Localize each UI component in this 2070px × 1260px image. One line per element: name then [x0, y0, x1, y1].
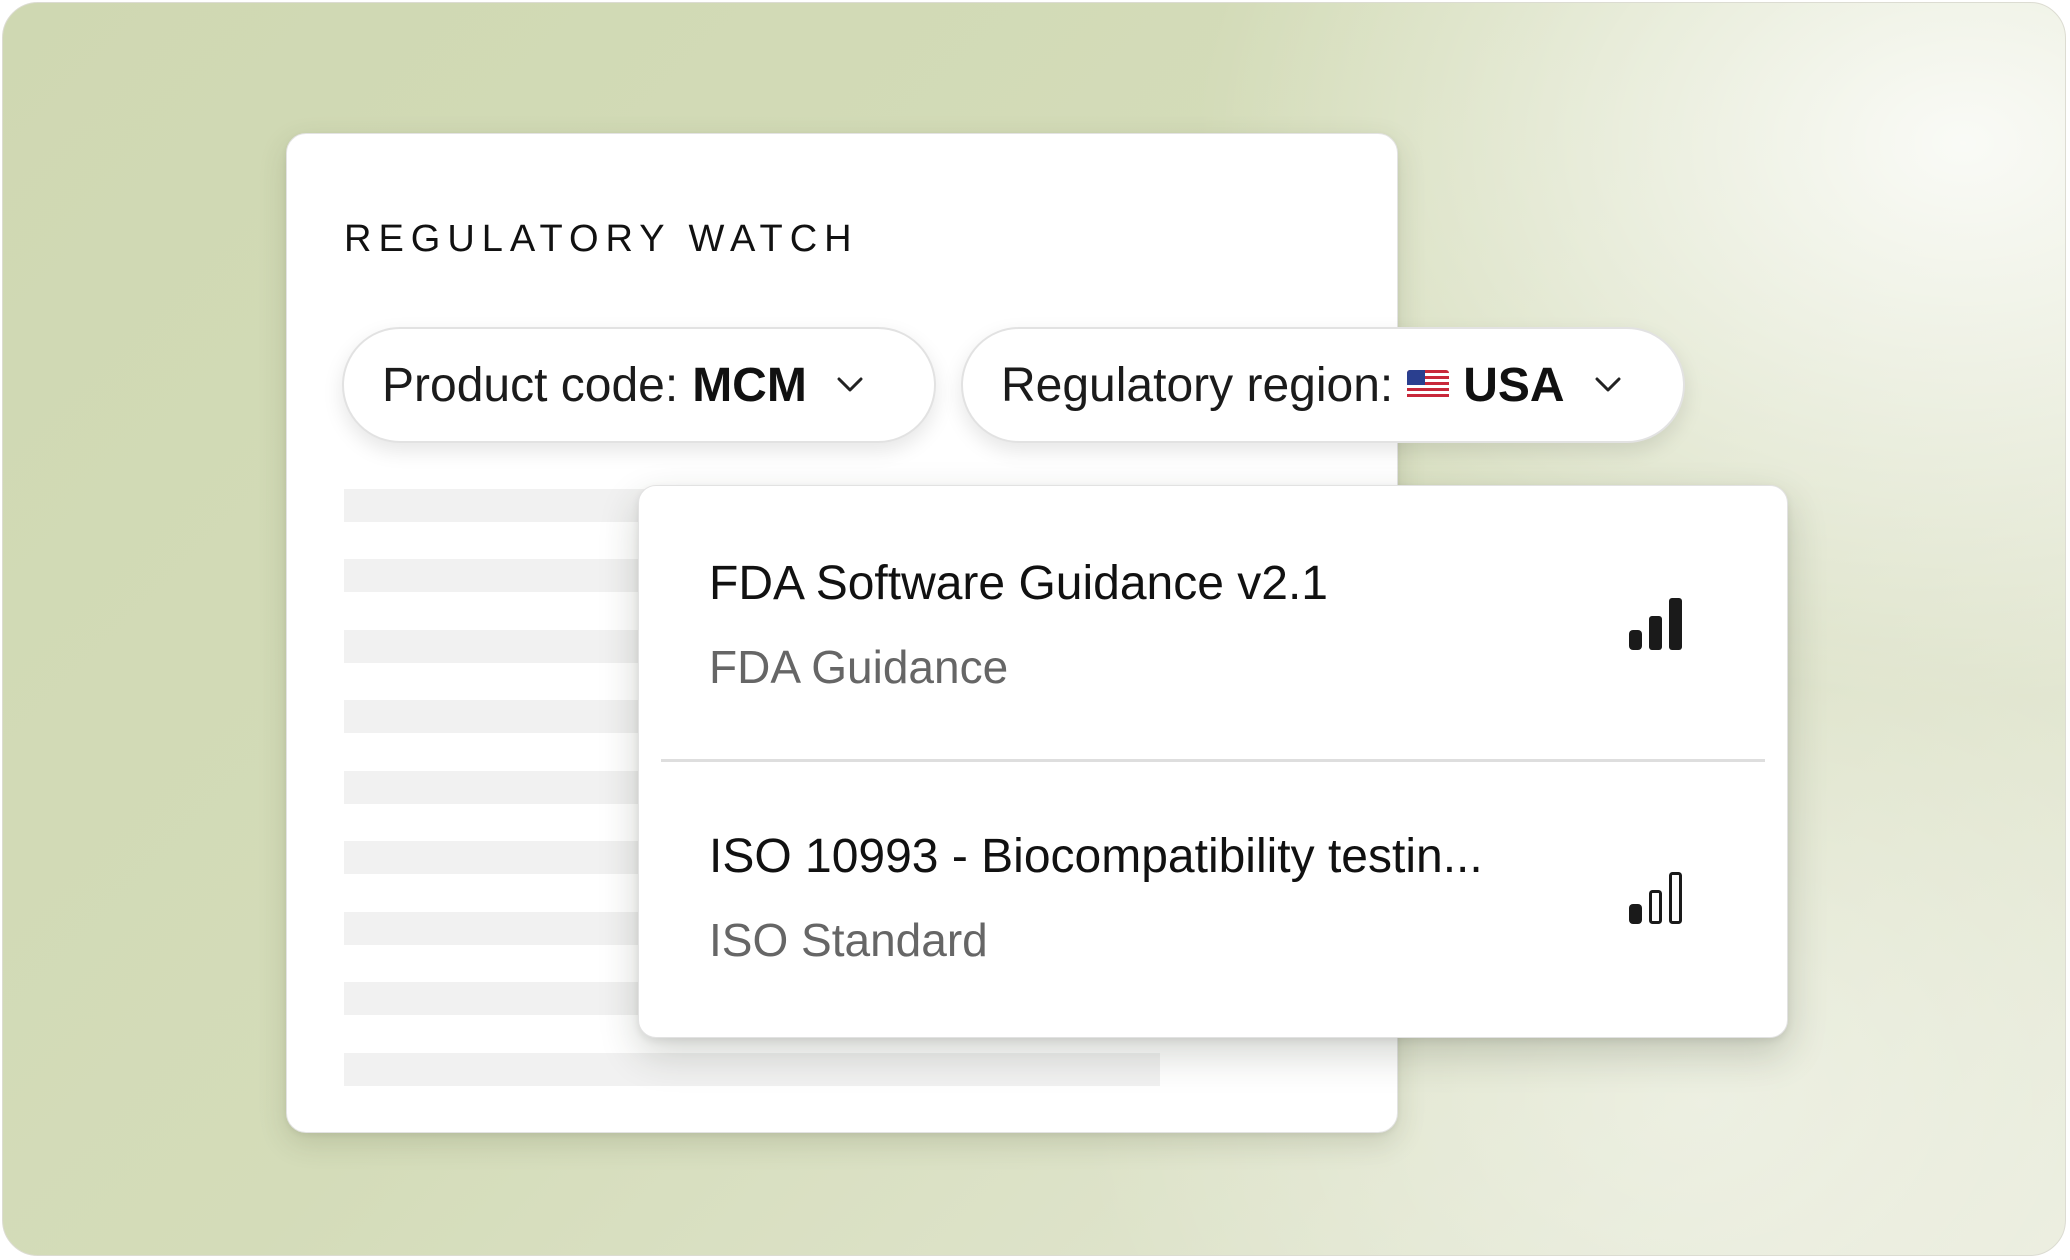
- canvas-frame: REGULATORY WATCH Product code: MCM Regul…: [2, 2, 2066, 1256]
- chevron-down-icon: [837, 377, 863, 392]
- product-code-dropdown[interactable]: Product code: MCM: [342, 327, 936, 443]
- product-code-label: Product code:: [382, 358, 679, 412]
- regulatory-region-dropdown[interactable]: Regulatory region: USA: [961, 327, 1685, 443]
- skeleton-line: [344, 559, 674, 592]
- us-flag-icon: [1407, 370, 1450, 400]
- result-title: FDA Software Guidance v2.1: [709, 557, 1328, 610]
- divider: [661, 759, 1765, 762]
- skeleton-line: [344, 1053, 1160, 1086]
- relevance-low-icon: [1629, 872, 1682, 924]
- result-type: ISO Standard: [709, 914, 988, 966]
- relevance-high-icon: [1629, 598, 1682, 650]
- result-type: FDA Guidance: [709, 641, 1009, 693]
- skeleton-line: [344, 630, 674, 663]
- product-code-value: MCM: [692, 358, 807, 412]
- results-dropdown: FDA Software Guidance v2.1 FDA Guidance …: [638, 485, 1788, 1038]
- card-title: REGULATORY WATCH: [344, 218, 859, 260]
- result-title: ISO 10993 - Biocompatibility testin...: [709, 830, 1483, 883]
- regulatory-region-label: Regulatory region:: [1001, 358, 1394, 412]
- chevron-down-icon: [1595, 377, 1621, 392]
- regulatory-region-value: USA: [1463, 358, 1565, 412]
- skeleton-line: [344, 489, 674, 522]
- skeleton-line: [344, 982, 674, 1015]
- skeleton-line: [344, 700, 674, 733]
- skeleton-line: [344, 841, 674, 874]
- skeleton-line: [344, 771, 674, 804]
- skeleton-line: [344, 912, 674, 945]
